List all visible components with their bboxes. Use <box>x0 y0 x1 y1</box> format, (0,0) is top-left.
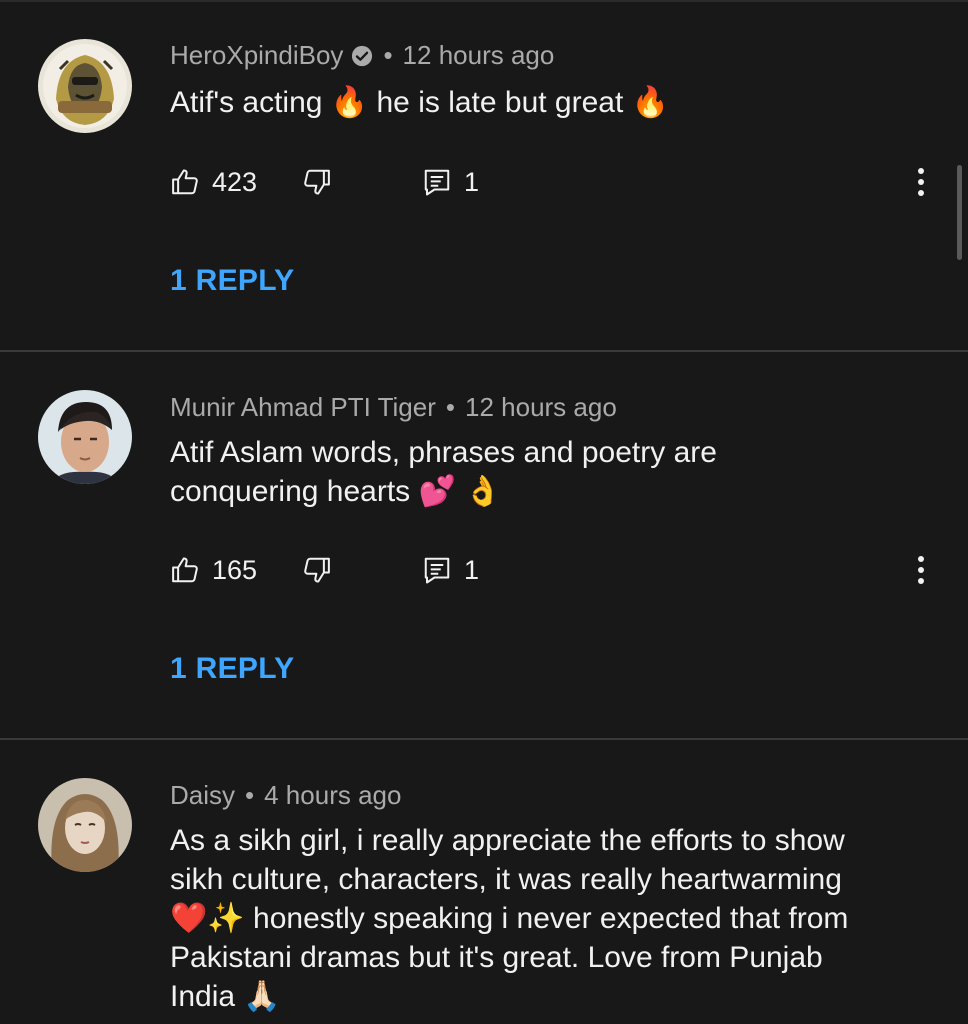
comment-text: Atif's acting 🔥 he is late but great 🔥 <box>170 83 930 122</box>
reply-count: 1 <box>464 554 480 585</box>
comment-item: Munir Ahmad PTI Tiger • 12 hours ago Ati… <box>0 352 968 739</box>
comment-meta: HeroXpindiBoy • 12 hours ago <box>170 40 554 71</box>
comment-text-line: Atif's acting 🔥 he is late but great 🔥 <box>170 86 669 119</box>
comment-item: Daisy • 4 hours ago As a sikh girl, i re… <box>0 740 968 1024</box>
like-button[interactable]: 165 <box>170 550 257 590</box>
thumbs-up-icon <box>172 557 198 583</box>
comment-text-line: ❤️✨ honestly speaking i never expected t… <box>170 902 849 935</box>
meta-separator: • <box>245 780 255 810</box>
view-replies-link[interactable]: 1 REPLY <box>170 264 294 298</box>
like-count: 165 <box>212 554 258 585</box>
like-count: 423 <box>212 166 258 197</box>
comment-meta: Munir Ahmad PTI Tiger • 12 hours ago <box>170 392 617 423</box>
dislike-button[interactable] <box>302 162 332 202</box>
meta-separator: • <box>445 392 455 422</box>
more-vertical-icon[interactable] <box>916 166 926 198</box>
author-name[interactable]: HeroXpindiBoy <box>170 40 343 71</box>
thumbs-down-icon <box>304 169 330 195</box>
dislike-button[interactable] <box>302 550 332 590</box>
avatar[interactable] <box>38 39 132 133</box>
comment-meta: Daisy • 4 hours ago <box>170 780 401 811</box>
comment-icon <box>424 557 450 584</box>
meta-separator: • <box>383 40 393 70</box>
comment-actions: 165 1 <box>170 550 950 590</box>
avatar-image <box>38 778 132 872</box>
view-replies-link[interactable]: 1 REPLY <box>170 652 294 686</box>
more-vertical-icon[interactable] <box>916 554 926 586</box>
author-name[interactable]: Daisy <box>170 780 235 811</box>
reply-button[interactable]: 1 <box>422 162 479 202</box>
thumbs-down-icon <box>304 557 330 583</box>
comment-actions: 423 1 <box>170 162 950 202</box>
comment-icon <box>424 169 450 196</box>
comment-text-line: sikh culture, characters, it was really … <box>170 863 842 896</box>
comment-text-line: As a sikh girl, i really appreciate the … <box>170 824 845 857</box>
reply-count: 1 <box>464 166 480 197</box>
reply-button[interactable]: 1 <box>422 550 479 590</box>
author-name[interactable]: Munir Ahmad PTI Tiger <box>170 392 436 423</box>
verified-check-icon <box>352 45 373 66</box>
avatar-image <box>38 390 132 484</box>
comment-timestamp[interactable]: 12 hours ago <box>465 392 617 423</box>
comment-text: As a sikh girl, i really appreciate the … <box>170 821 930 1016</box>
comment-text-line: conquering hearts 💕 👌 <box>170 475 502 508</box>
avatar[interactable] <box>38 778 132 872</box>
comment-text-line: India 🙏🏻 <box>170 980 281 1013</box>
avatar-image <box>38 39 132 133</box>
avatar[interactable] <box>38 390 132 484</box>
comment-timestamp[interactable]: 4 hours ago <box>264 780 401 811</box>
comment-text-line: Atif Aslam words, phrases and poetry are <box>170 436 717 469</box>
comment-text: Atif Aslam words, phrases and poetry are… <box>170 433 930 511</box>
comment-item: HeroXpindiBoy • 12 hours ago Atif's acti… <box>0 0 968 352</box>
comment-text-line: Pakistani dramas but it's great. Love fr… <box>170 941 823 974</box>
thumbs-up-icon <box>172 169 198 195</box>
comment-timestamp[interactable]: 12 hours ago <box>403 40 555 71</box>
like-button[interactable]: 423 <box>170 162 257 202</box>
